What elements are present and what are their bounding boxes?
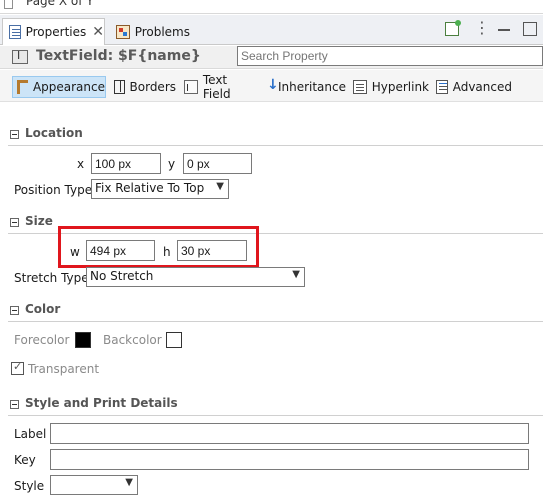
- collapse-icon[interactable]: [10, 130, 19, 139]
- subtab-appearance[interactable]: Appearance: [12, 76, 106, 98]
- transparent-checkbox[interactable]: [11, 360, 24, 375]
- properties-subtabs: Appearance Borders Text Field Inheritanc…: [0, 70, 543, 102]
- subtab-inheritance[interactable]: Inheritance: [261, 76, 346, 98]
- position-type-label: Position Type: [14, 183, 93, 197]
- editor-strip: Page X of Y: [0, 0, 543, 14]
- view-menu-icon[interactable]: [471, 18, 490, 37]
- editor-strip-text: Page X of Y: [26, 0, 94, 8]
- section-color-title: Color: [25, 302, 61, 316]
- maximize-icon[interactable]: [523, 22, 537, 36]
- section-location-title: Location: [25, 126, 83, 140]
- position-type-select[interactable]: Fix Relative To Top ▼: [91, 179, 229, 199]
- y-label: y: [168, 157, 176, 171]
- collapse-icon[interactable]: [10, 306, 19, 315]
- style-label: Style: [14, 479, 45, 493]
- text-field-icon: [184, 80, 198, 94]
- transparent-label: Transparent: [28, 362, 100, 376]
- close-icon[interactable]: ✕: [92, 25, 104, 39]
- key-field[interactable]: [50, 449, 529, 470]
- tab-problems[interactable]: Problems: [110, 18, 190, 45]
- subtab-text-field[interactable]: Text Field: [180, 73, 258, 101]
- section-size-title: Size: [25, 214, 53, 228]
- tab-properties-label: Properties: [25, 25, 87, 39]
- section-color-header[interactable]: Color: [8, 302, 543, 322]
- borders-icon: [114, 80, 125, 94]
- element-title: TextField: $F{name}: [36, 48, 201, 64]
- minimize-icon[interactable]: [497, 22, 511, 36]
- label-label: Label: [14, 427, 47, 441]
- highlight-box: [58, 226, 259, 268]
- pin-icon[interactable]: [445, 20, 461, 36]
- forecolor-label: Forecolor: [14, 333, 70, 347]
- key-label: Key: [14, 453, 36, 467]
- appearance-icon: [17, 80, 28, 94]
- x-field[interactable]: [91, 153, 161, 174]
- problems-icon: [116, 24, 130, 39]
- collapse-icon[interactable]: [10, 400, 19, 409]
- inheritance-icon: [265, 77, 279, 94]
- collapse-icon[interactable]: [10, 218, 19, 227]
- tab-problems-label: Problems: [134, 24, 190, 39]
- style-select[interactable]: ▼: [50, 475, 138, 495]
- tab-properties[interactable]: Properties ✕: [2, 18, 105, 45]
- hyperlink-icon: [353, 80, 367, 94]
- section-location-header[interactable]: Location: [8, 126, 543, 146]
- subtab-advanced[interactable]: Advanced: [432, 76, 512, 98]
- stretch-type-label: Stretch Type: [14, 271, 89, 285]
- position-type-value: Fix Relative To Top: [95, 181, 205, 195]
- subtab-text-field-label: Text Field: [202, 73, 231, 101]
- view-toolbar: [445, 18, 537, 37]
- text-field-icon: [12, 49, 28, 64]
- subtab-appearance-label: Appearance: [32, 80, 105, 94]
- forecolor-swatch[interactable]: [75, 332, 91, 348]
- stretch-type-select[interactable]: No Stretch ▼: [86, 267, 305, 287]
- dropdown-arrow-icon: ▼: [216, 181, 224, 192]
- dropdown-arrow-icon: ▼: [125, 477, 133, 488]
- backcolor-label: Backcolor: [103, 333, 162, 347]
- section-style-header[interactable]: Style and Print Details: [8, 396, 543, 416]
- x-label: x: [77, 157, 85, 171]
- advanced-icon: [436, 80, 448, 94]
- backcolor-swatch[interactable]: [166, 332, 182, 348]
- subtab-advanced-label: Advanced: [452, 80, 512, 94]
- section-style-title: Style and Print Details: [25, 396, 178, 410]
- y-field[interactable]: [183, 153, 252, 174]
- dropdown-arrow-icon: ▼: [292, 269, 300, 280]
- search-property-input[interactable]: [237, 46, 543, 66]
- document-icon: [4, 0, 13, 9]
- subtab-borders-label: Borders: [129, 80, 176, 94]
- subtab-inheritance-label: Inheritance: [277, 80, 346, 94]
- label-field[interactable]: [50, 423, 529, 444]
- properties-icon: [9, 25, 21, 39]
- subtab-borders[interactable]: Borders: [110, 76, 176, 98]
- subtab-hyperlink[interactable]: Hyperlink: [349, 76, 429, 98]
- properties-header: TextField: $F{name}: [0, 46, 543, 69]
- subtab-hyperlink-label: Hyperlink: [371, 80, 429, 94]
- stretch-type-value: No Stretch: [90, 269, 154, 283]
